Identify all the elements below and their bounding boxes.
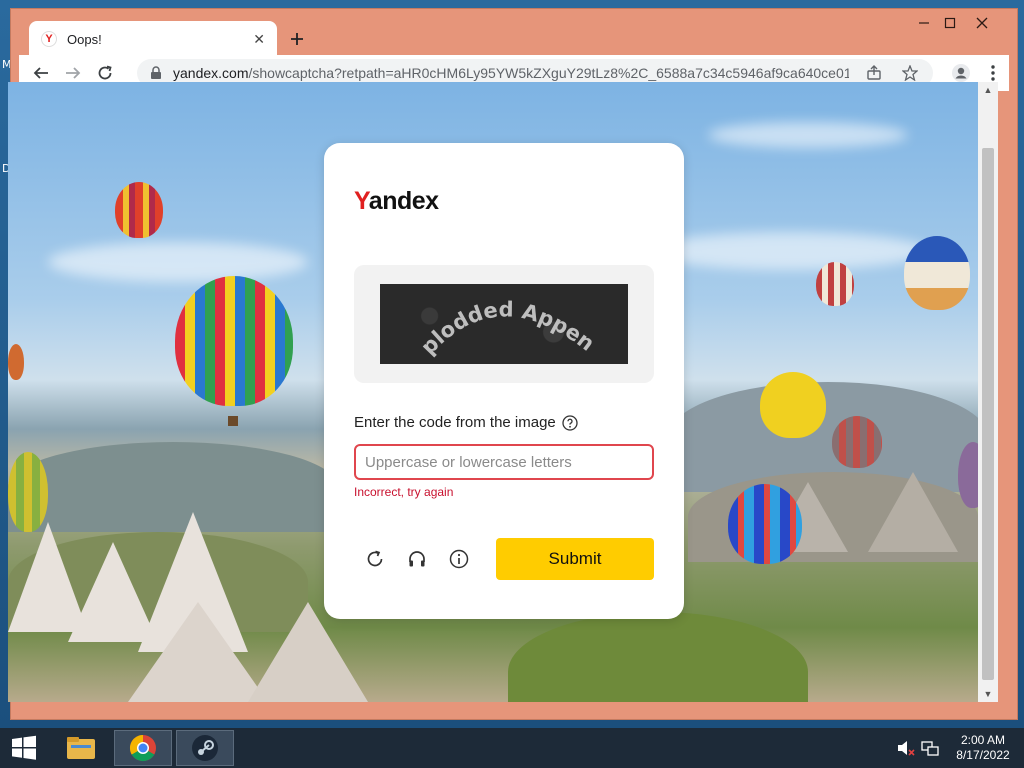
close-window-button[interactable]	[965, 13, 999, 33]
clock-time: 2:00 AM	[960, 733, 1006, 747]
arrow-right-icon	[66, 67, 81, 79]
tab-title: Oops!	[67, 31, 102, 47]
lock-icon	[151, 66, 161, 79]
captcha-text: plodded Appendix	[372, 265, 598, 359]
audio-captcha-button[interactable]	[405, 547, 429, 571]
arrow-left-icon	[33, 67, 48, 79]
captcha-code-input[interactable]	[354, 444, 654, 480]
new-tab-button[interactable]	[283, 27, 311, 51]
close-icon	[976, 17, 988, 29]
start-button[interactable]	[0, 730, 48, 766]
url-text: yandex.com/showcaptcha?retpath=aHR0cHM6L…	[173, 65, 849, 81]
prompt-label: Enter the code from the image	[354, 414, 556, 431]
steam-icon	[192, 735, 218, 761]
network-button[interactable]	[920, 738, 940, 758]
chrome-icon	[129, 734, 156, 762]
scrollbar-thumb[interactable]	[982, 148, 994, 680]
bookmark-button[interactable]	[899, 62, 921, 84]
share-button[interactable]	[863, 62, 885, 84]
reload-icon	[98, 65, 112, 80]
headphones-icon	[409, 551, 425, 567]
plus-icon	[291, 33, 303, 45]
taskbar-steam[interactable]	[176, 730, 234, 766]
more-vert-icon	[991, 65, 995, 81]
scroll-up-icon[interactable]: ▲	[978, 82, 998, 98]
page-scrollbar[interactable]: ▲ ▼	[978, 82, 998, 702]
help-icon[interactable]	[562, 414, 578, 431]
error-message: Incorrect, try again	[354, 485, 454, 499]
profile-icon	[952, 64, 970, 82]
maximize-icon	[944, 17, 956, 29]
maximize-button[interactable]	[933, 13, 967, 33]
network-icon	[921, 741, 939, 756]
taskbar-file-explorer[interactable]	[52, 730, 110, 766]
info-icon	[449, 549, 469, 569]
volume-muted-icon	[898, 741, 915, 756]
minimize-icon	[919, 22, 929, 24]
star-icon	[902, 65, 918, 81]
volume-muted-button[interactable]	[896, 738, 916, 758]
url-path: /showcaptcha?retpath=aHR0cHM6Ly95YW5kZXg…	[248, 65, 849, 81]
scroll-down-icon[interactable]: ▼	[978, 686, 998, 702]
info-button[interactable]	[447, 547, 471, 571]
tab-close-icon[interactable]: ✕	[253, 31, 265, 48]
captcha-prompt: Enter the code from the image	[354, 414, 578, 431]
clock-date: 8/17/2022	[956, 748, 1010, 762]
submit-button[interactable]: Submit	[496, 538, 654, 580]
url-host: yandex.com	[173, 65, 249, 81]
windows-start-icon	[12, 735, 36, 760]
captcha-image: plodded Appendix	[372, 265, 628, 364]
yandex-favicon-icon: Y	[41, 31, 57, 47]
share-icon	[867, 65, 881, 80]
captcha-card: Yandex plodded Appendix Enter the code f…	[324, 143, 684, 619]
taskbar-chrome[interactable]	[114, 730, 172, 766]
refresh-icon	[367, 550, 383, 567]
captcha-container: plodded Appendix	[354, 265, 654, 383]
refresh-captcha-button[interactable]	[363, 547, 387, 571]
file-explorer-icon	[67, 737, 95, 759]
svg-text:plodded Appendix: plodded Appendix	[380, 284, 599, 359]
system-clock[interactable]: 2:00 AM 8/17/2022	[948, 733, 1018, 763]
browser-tab[interactable]: Y Oops! ✕	[29, 21, 277, 57]
taskbar: 2:00 AM 8/17/2022	[0, 728, 1024, 768]
yandex-logo: Yandex	[354, 187, 439, 215]
